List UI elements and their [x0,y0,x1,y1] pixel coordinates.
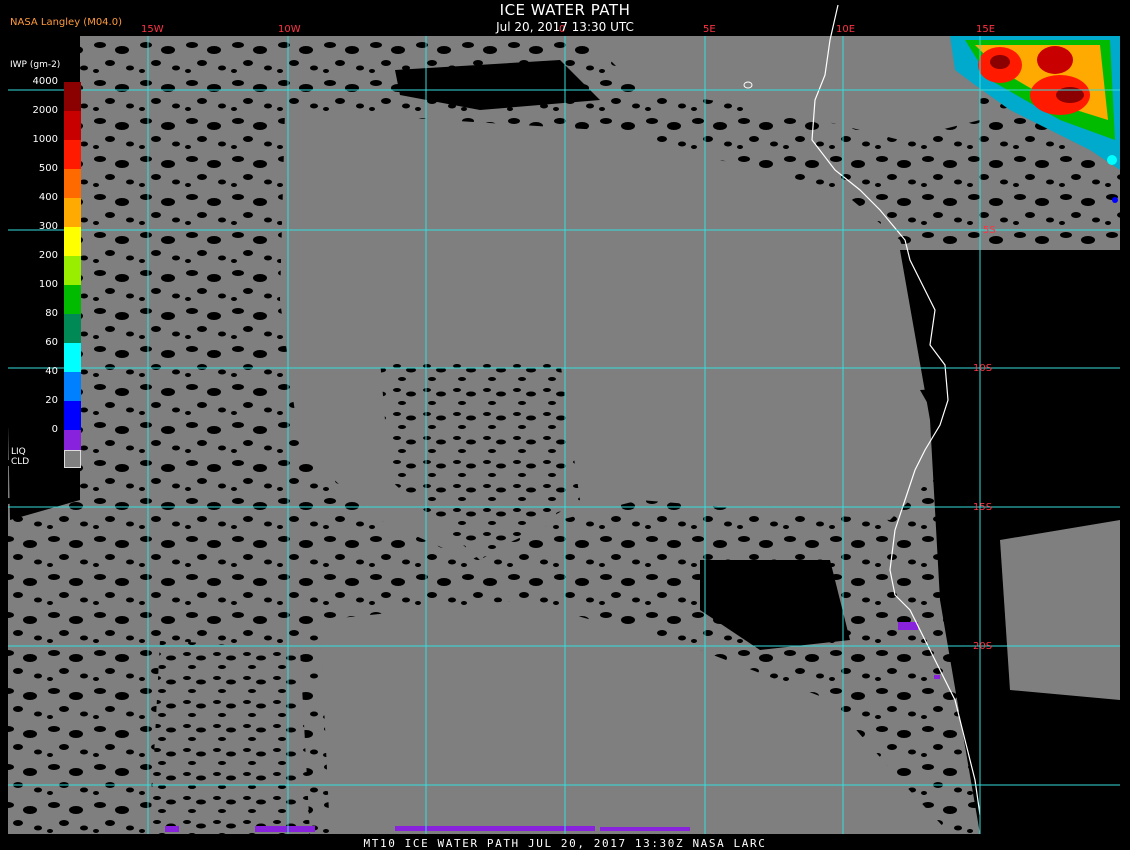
legend-label: 80 [45,308,58,319]
lat-label: 15S [973,502,992,513]
legend-swatch [64,256,81,285]
map-datetime: Jul 20, 2017 13:30 UTC [496,20,634,34]
legend-label: 40 [45,366,58,377]
legend-label: 0 [51,424,58,435]
legend-swatch [64,285,81,314]
legend-swatch [64,198,81,227]
color-legend: IWP (gm-2) 4000 2000 1000 500 400 300 200 100 80… [8,60,81,480]
legend-label: 20 [45,395,58,406]
legend-title: IWP (gm-2) [10,60,61,70]
legend-label: 200 [38,250,58,261]
legend-swatch [64,111,81,140]
legend-swatch [64,140,81,169]
legend-swatch [64,401,81,430]
legend-swatch [64,169,81,198]
lat-label: 5S [983,225,996,236]
legend-label: 60 [45,337,58,348]
producer-label: NASA Langley (M04.0) [10,17,122,28]
legend-label: 500 [38,163,58,174]
legend-swatch [64,82,81,111]
lat-label: 20S [973,641,992,652]
liquid-cloud-swatch [64,450,81,468]
legend-label: 2000 [32,105,58,116]
map-title: ICE WATER PATH [499,1,631,19]
liquid-label-line1: LIQ [11,447,26,457]
legend-label: 300 [38,221,58,232]
legend-swatch [64,343,81,372]
lat-label: 10S [973,363,992,374]
legend-swatch [64,227,81,256]
liquid-cloud-field [0,36,1120,834]
legend-swatch [64,372,81,401]
legend-label: 100 [38,279,58,290]
legend-swatch [64,314,81,343]
legend-label: 4000 [32,76,58,87]
legend-label: 400 [38,192,58,203]
footer-caption: MT10 ICE WATER PATH JUL 20, 2017 13:30Z … [363,837,767,850]
satellite-map: 15W 10W 0 5E 10E 15E 5S 10S 15S 20S [0,0,1130,850]
legend-label: 1000 [32,134,58,145]
liquid-label-line2: CLD [11,457,30,467]
